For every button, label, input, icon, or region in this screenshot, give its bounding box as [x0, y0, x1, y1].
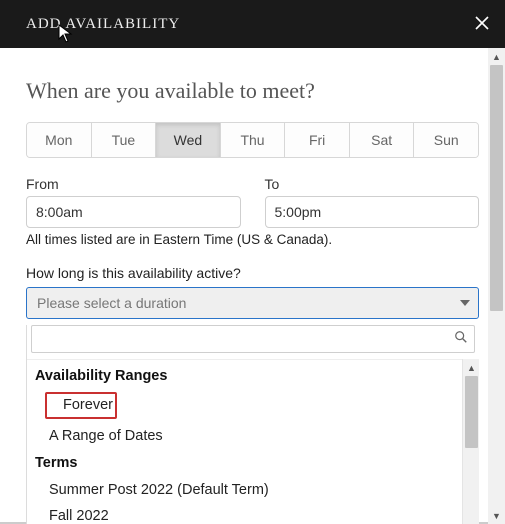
chevron-down-icon [460, 300, 470, 306]
dropdown-options: Availability Ranges Forever A Range of D… [27, 359, 479, 524]
duration-label: How long is this availability active? [26, 265, 479, 281]
modal-header: ADD AVAILABILITY [0, 0, 505, 48]
dropdown-search-row [31, 325, 475, 353]
from-time-input[interactable] [26, 196, 241, 228]
duration-select[interactable]: Please select a duration [26, 287, 479, 319]
day-sun[interactable]: Sun [414, 123, 478, 157]
day-wed[interactable]: Wed [156, 123, 221, 157]
to-time-input[interactable] [265, 196, 480, 228]
option-forever[interactable]: Forever [45, 392, 117, 419]
day-sat[interactable]: Sat [350, 123, 415, 157]
timezone-note: All times listed are in Eastern Time (US… [26, 232, 479, 247]
page-scroll-up-icon[interactable]: ▲ [488, 48, 505, 65]
group-terms: Terms [31, 449, 473, 477]
search-icon[interactable] [454, 330, 468, 349]
close-icon[interactable] [475, 14, 489, 35]
duration-dropdown: Availability Ranges Forever A Range of D… [26, 325, 479, 524]
page-scroll-down-icon[interactable]: ▼ [488, 507, 505, 524]
scroll-up-icon[interactable]: ▲ [463, 359, 480, 376]
day-fri[interactable]: Fri [285, 123, 350, 157]
page-scroll-thumb[interactable] [490, 65, 503, 311]
option-summer-post-2022[interactable]: Summer Post 2022 (Default Term) [31, 477, 473, 503]
to-label: To [265, 176, 480, 192]
option-fall-2022[interactable]: Fall 2022 [31, 503, 473, 524]
modal-body: When are you available to meet? Mon Tue … [0, 48, 505, 524]
dropdown-scrollbar[interactable]: ▲ ▼ [462, 359, 479, 524]
day-tue[interactable]: Tue [92, 123, 157, 157]
day-mon[interactable]: Mon [27, 123, 92, 157]
day-thu[interactable]: Thu [221, 123, 286, 157]
page-scrollbar[interactable]: ▲ ▼ [488, 48, 505, 524]
modal-title: ADD AVAILABILITY [26, 16, 180, 33]
duration-placeholder: Please select a duration [37, 295, 186, 311]
dropdown-search-input[interactable] [38, 327, 454, 351]
day-picker: Mon Tue Wed Thu Fri Sat Sun [26, 122, 479, 158]
scroll-thumb[interactable] [465, 376, 478, 448]
from-label: From [26, 176, 241, 192]
group-availability-ranges: Availability Ranges [31, 362, 473, 390]
availability-prompt: When are you available to meet? [26, 78, 479, 104]
option-range-of-dates[interactable]: A Range of Dates [31, 423, 473, 449]
